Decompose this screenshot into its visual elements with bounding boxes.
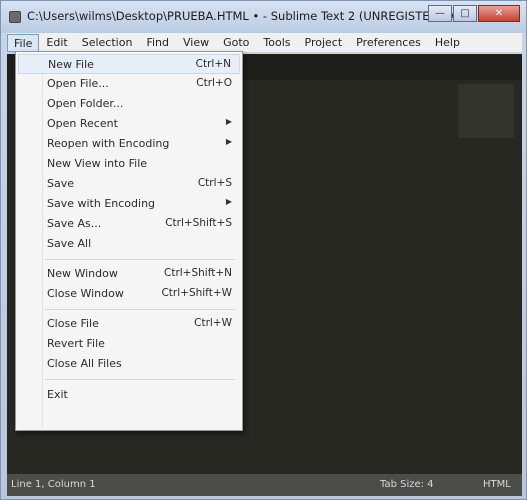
menu-preferences-label: Preferences — [356, 35, 421, 49]
menu-goto[interactable]: Goto — [216, 34, 256, 52]
menu-find-label: Find — [146, 35, 169, 49]
menu-tools[interactable]: Tools — [256, 34, 297, 52]
menu-selection[interactable]: Selection — [75, 34, 140, 52]
menu-project[interactable]: Project — [298, 34, 350, 52]
menu-help[interactable]: Help — [428, 34, 467, 52]
menu-item-label: Close Window — [47, 287, 124, 300]
menu-item-label: Revert File — [47, 337, 105, 350]
menu-item-close-window[interactable]: Close Window Ctrl+Shift+W — [18, 284, 240, 304]
file-menu-dropdown: New File Ctrl+N Open File... Ctrl+O Open… — [15, 51, 243, 431]
menu-view-label: View — [182, 35, 210, 49]
minimize-icon: — — [435, 8, 445, 19]
menu-item-shortcut: Ctrl+N — [195, 58, 231, 70]
menu-separator — [45, 379, 235, 380]
menu-item-label: Save All — [47, 237, 92, 250]
menu-item-open-recent[interactable]: Open Recent ▶ — [18, 114, 240, 134]
menu-item-reopen-with-encoding[interactable]: Reopen with Encoding ▶ — [18, 134, 240, 154]
menu-item-label: New Window — [47, 267, 118, 280]
close-icon: ✕ — [494, 8, 504, 19]
tab-size-indicator[interactable]: Tab Size: 4 — [380, 479, 434, 490]
submenu-arrow-icon: ▶ — [225, 137, 232, 146]
menu-item-close-all-files[interactable]: Close All Files — [18, 354, 240, 374]
menu-item-open-folder[interactable]: Open Folder... — [18, 94, 240, 114]
submenu-arrow-icon: ▶ — [225, 117, 232, 126]
menu-item-shortcut: Ctrl+Shift+S — [165, 217, 232, 229]
menu-item-save-with-encoding[interactable]: Save with Encoding ▶ — [18, 194, 240, 214]
menu-item-shortcut: Ctrl+Shift+W — [161, 287, 232, 299]
sublime-app-icon — [9, 11, 21, 23]
menu-item-label: Save — [47, 177, 75, 190]
menu-item-revert-file[interactable]: Revert File — [18, 334, 240, 354]
menu-selection-label: Selection — [81, 35, 133, 49]
menu-separator — [45, 259, 235, 260]
menu-item-label: New View into File — [47, 157, 148, 170]
menu-item-shortcut: Ctrl+S — [197, 177, 232, 189]
menu-item-save-as[interactable]: Save As... Ctrl+Shift+S — [18, 214, 240, 234]
menu-item-label: Save As... — [47, 217, 102, 230]
maximize-icon: □ — [460, 8, 470, 19]
menu-item-label: Reopen with Encoding — [47, 137, 170, 150]
menu-item-open-file[interactable]: Open File... Ctrl+O — [18, 74, 240, 94]
window-title: C:\Users\wilms\Desktop\PRUEBA.HTML • - S… — [27, 9, 459, 23]
syntax-indicator[interactable]: HTML — [483, 479, 511, 490]
menu-file[interactable]: File — [7, 33, 40, 52]
menu-item-label: New File — [48, 58, 94, 71]
minimize-button[interactable]: — — [428, 5, 452, 22]
menu-item-shortcut: Ctrl+Shift+N — [164, 267, 232, 279]
maximize-button[interactable]: □ — [453, 5, 477, 22]
menu-item-exit[interactable]: Exit — [18, 385, 240, 405]
menu-edit-label: Edit — [46, 35, 68, 49]
menu-item-save[interactable]: Save Ctrl+S — [18, 174, 240, 194]
menu-item-new-view-into-file[interactable]: New View into File — [18, 154, 240, 174]
menu-item-shortcut: Ctrl+O — [196, 77, 232, 89]
app-window: C:\Users\wilms\Desktop\PRUEBA.HTML • - S… — [0, 0, 527, 500]
menu-item-label: Open Recent — [47, 117, 118, 130]
menu-separator — [45, 309, 235, 310]
menu-item-label: Close File — [47, 317, 99, 330]
menu-project-label: Project — [304, 35, 343, 49]
menu-item-save-all[interactable]: Save All — [18, 234, 240, 254]
status-bar: Line 1, Column 1 Tab Size: 4 HTML — [7, 474, 522, 496]
close-button[interactable]: ✕ — [478, 5, 520, 22]
menu-item-shortcut: Ctrl+W — [194, 317, 232, 329]
menu-edit[interactable]: Edit — [39, 34, 74, 52]
menu-item-new-window[interactable]: New Window Ctrl+Shift+N — [18, 264, 240, 284]
menu-bar: File Edit Selection Find View Goto Tools… — [7, 33, 522, 53]
menu-goto-label: Goto — [223, 35, 250, 49]
menu-item-label: Open Folder... — [47, 97, 124, 110]
menu-item-close-file[interactable]: Close File Ctrl+W — [18, 314, 240, 334]
title-bar[interactable]: C:\Users\wilms\Desktop\PRUEBA.HTML • - S… — [1, 1, 526, 33]
submenu-arrow-icon: ▶ — [225, 197, 232, 206]
minimap[interactable] — [458, 84, 514, 138]
menu-view[interactable]: View — [176, 34, 216, 52]
menu-file-label: File — [14, 36, 33, 50]
cursor-position: Line 1, Column 1 — [11, 479, 96, 490]
menu-find[interactable]: Find — [139, 34, 176, 52]
menu-tools-label: Tools — [263, 35, 291, 49]
menu-item-new-file[interactable]: New File Ctrl+N — [18, 54, 240, 74]
menu-item-label: Close All Files — [47, 357, 122, 370]
menu-item-label: Save with Encoding — [47, 197, 156, 210]
window-controls: — □ ✕ — [427, 5, 520, 23]
menu-item-label: Open File... — [47, 77, 109, 90]
menu-preferences[interactable]: Preferences — [349, 34, 428, 52]
menu-item-label: Exit — [47, 388, 68, 401]
menu-help-label: Help — [434, 35, 460, 49]
